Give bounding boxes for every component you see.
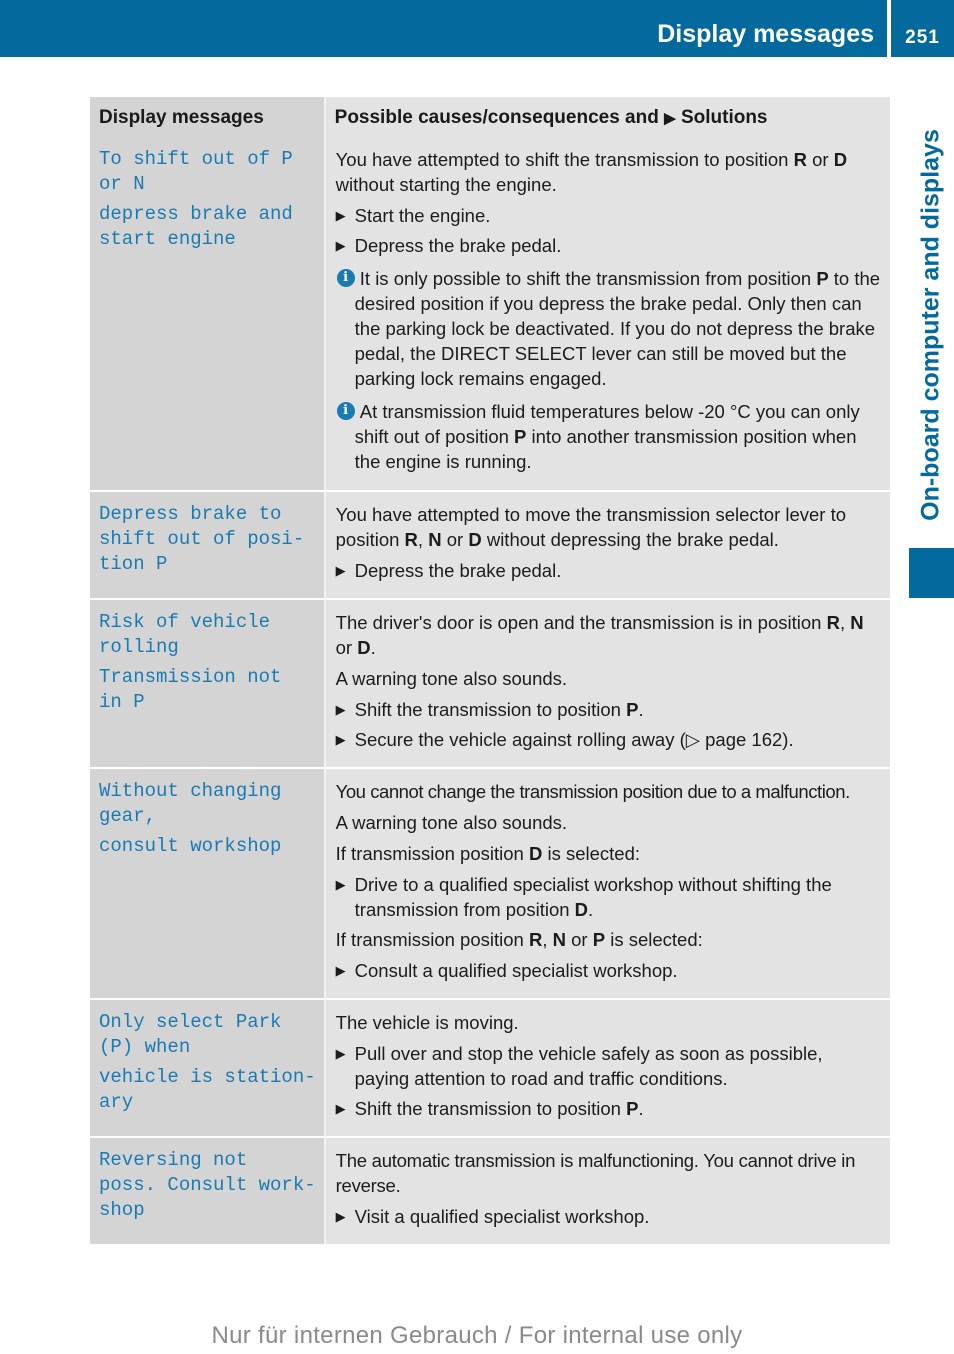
step-text: Pull over and stop the vehicle safely as…: [354, 1043, 823, 1089]
solution-step: ▶ Visit a qualified specialist workshop.: [336, 1204, 882, 1229]
chapter-tab-marker: [909, 548, 954, 598]
step-arrow-icon: ▶: [335, 963, 346, 978]
display-message-cell: Without changing gear, consult workshop: [90, 767, 326, 999]
info-note: i At transmission fluid temperatures bel…: [336, 399, 882, 474]
table-row: Risk of vehicle rolling Transmission not …: [90, 598, 890, 768]
step-text: Visit a qualified specialist workshop.: [354, 1206, 650, 1227]
page-header-bar: Display messages 251: [0, 0, 954, 57]
cause-text: You have attempted to shift the transmis…: [335, 149, 848, 195]
display-message-cell: To shift out of P or N depress brake and …: [90, 137, 326, 491]
step-text: Depress the brake pedal.: [354, 235, 562, 256]
display-message-text: Depress brake to shift out of posi‐ tion…: [99, 503, 305, 575]
internal-use-watermark: Nur für internen Gebrauch / For internal…: [211, 1322, 743, 1349]
table-row: To shift out of P or N depress brake and …: [90, 137, 890, 491]
table-body: To shift out of P or N depress brake and …: [90, 137, 890, 1244]
solution-step: ▶ Depress the brake pedal.: [336, 233, 882, 258]
display-message-text: vehicle is station‐ ary: [99, 1066, 316, 1113]
step-text: Depress the brake pedal.: [354, 560, 562, 581]
section-title: Display messages: [657, 20, 874, 48]
step-arrow-icon: ▶: [335, 238, 346, 253]
cause-text: A warning tone also sounds.: [335, 668, 568, 689]
solution-step: ▶ Shift the transmission to position P.: [336, 697, 882, 722]
display-message-cell: Only select Park (P) when vehicle is stat…: [90, 998, 326, 1137]
step-text: Shift the transmission to position P.: [354, 1098, 644, 1119]
solution-cell: You cannot change the transmission posit…: [324, 767, 890, 999]
cause-text: If transmission position R, N or P is se…: [335, 929, 703, 950]
solutions-arrow-icon: ▶: [664, 110, 676, 127]
display-message-text: Without changing gear,: [99, 780, 282, 827]
display-message-text: To shift out of P or N: [99, 148, 293, 195]
solution-step: ▶ Start the engine.: [336, 203, 882, 228]
cause-text: The automatic transmission is malfunctio…: [335, 1150, 856, 1196]
step-arrow-icon: ▶: [335, 1046, 346, 1061]
chapter-side-tab: On-board computer and displays: [908, 115, 954, 535]
display-message-text: depress brake and start engine: [99, 203, 293, 250]
display-messages-table: Display messages Possible causes/consequ…: [90, 97, 890, 1244]
solution-cell: You have attempted to move the transmiss…: [324, 490, 890, 599]
page-number: 251: [905, 27, 940, 48]
table-row: Without changing gear, consult workshop Yo…: [90, 767, 890, 999]
solution-cell: The driver's door is open and the transm…: [324, 598, 890, 768]
display-message-text: Risk of vehicle rolling: [99, 611, 271, 658]
solution-step: ▶ Depress the brake pedal.: [336, 558, 882, 583]
note-text: It is only possible to shift the transmi…: [354, 268, 881, 389]
solution-cell: The vehicle is moving. ▶ Pull over and sto…: [324, 998, 890, 1137]
solution-step: ▶ Pull over and stop the vehicle safely a…: [336, 1041, 882, 1091]
header-causes-label: Possible causes/consequences and: [334, 107, 665, 128]
header-solutions-label: Solutions: [675, 107, 768, 128]
step-arrow-icon: ▶: [335, 732, 346, 747]
solution-cell: You have attempted to shift the transmis…: [324, 137, 890, 491]
step-arrow-icon: ▶: [335, 877, 346, 892]
step-arrow-icon: ▶: [335, 702, 346, 717]
display-message-cell: Risk of vehicle rolling Transmission not …: [90, 598, 326, 768]
info-icon: i: [336, 402, 355, 420]
cause-text: The vehicle is moving.: [335, 1012, 519, 1033]
chapter-label: On-board computer and displays: [916, 129, 945, 521]
cause-text: You have attempted to move the transmiss…: [335, 504, 847, 550]
display-message-text: Only select Park (P) when: [99, 1011, 282, 1058]
display-message-text: consult workshop: [99, 835, 282, 857]
step-text: Consult a qualified specialist workshop.: [354, 960, 678, 981]
step-text: Shift the transmission to position P.: [354, 699, 644, 720]
header-display-messages: Display messages: [90, 97, 326, 137]
solution-step: ▶ Drive to a qualified specialist worksho…: [336, 872, 882, 922]
solution-step: ▶ Shift the transmission to position P.: [336, 1096, 882, 1121]
display-message-text: Transmission not in P: [99, 666, 282, 713]
table-row: Depress brake to shift out of posi‐ tion…: [90, 490, 890, 599]
step-text: Drive to a qualified specialist workshop…: [354, 874, 832, 920]
cause-text: If transmission position D is selected:: [335, 843, 641, 864]
step-text: Secure the vehicle against rolling away …: [354, 729, 794, 750]
step-arrow-icon: ▶: [335, 1209, 346, 1224]
cause-text: The driver's door is open and the transm…: [335, 612, 864, 658]
display-message-cell: Depress brake to shift out of posi‐ tion…: [90, 490, 326, 599]
step-arrow-icon: ▶: [335, 563, 346, 578]
note-text: At transmission fluid temperatures below…: [354, 401, 860, 472]
cause-text: A warning tone also sounds.: [335, 812, 568, 833]
header-causes-solutions: Possible causes/consequences and ▶ Solut…: [324, 97, 890, 137]
table-header-row: Display messages Possible causes/consequ…: [90, 97, 890, 137]
step-arrow-icon: ▶: [335, 208, 346, 223]
step-text: Start the engine.: [354, 205, 491, 226]
solution-cell: The automatic transmission is malfunctio…: [324, 1136, 890, 1244]
solution-step: ▶ Consult a qualified specialist workshop…: [336, 958, 882, 983]
step-arrow-icon: ▶: [335, 1101, 346, 1116]
solution-step: ▶ Secure the vehicle against rolling away…: [336, 727, 882, 752]
info-note: i It is only possible to shift the trans…: [336, 266, 882, 391]
table-row: Reversing not poss. Consult work‐ shop Th…: [90, 1136, 890, 1244]
table-row: Only select Park (P) when vehicle is stat…: [90, 998, 890, 1137]
display-message-cell: Reversing not poss. Consult work‐ shop: [90, 1136, 326, 1244]
cause-text: You cannot change the transmission posit…: [335, 781, 851, 802]
info-icon: i: [336, 269, 355, 287]
display-message-text: Reversing not poss. Consult work‐ shop: [99, 1149, 316, 1221]
